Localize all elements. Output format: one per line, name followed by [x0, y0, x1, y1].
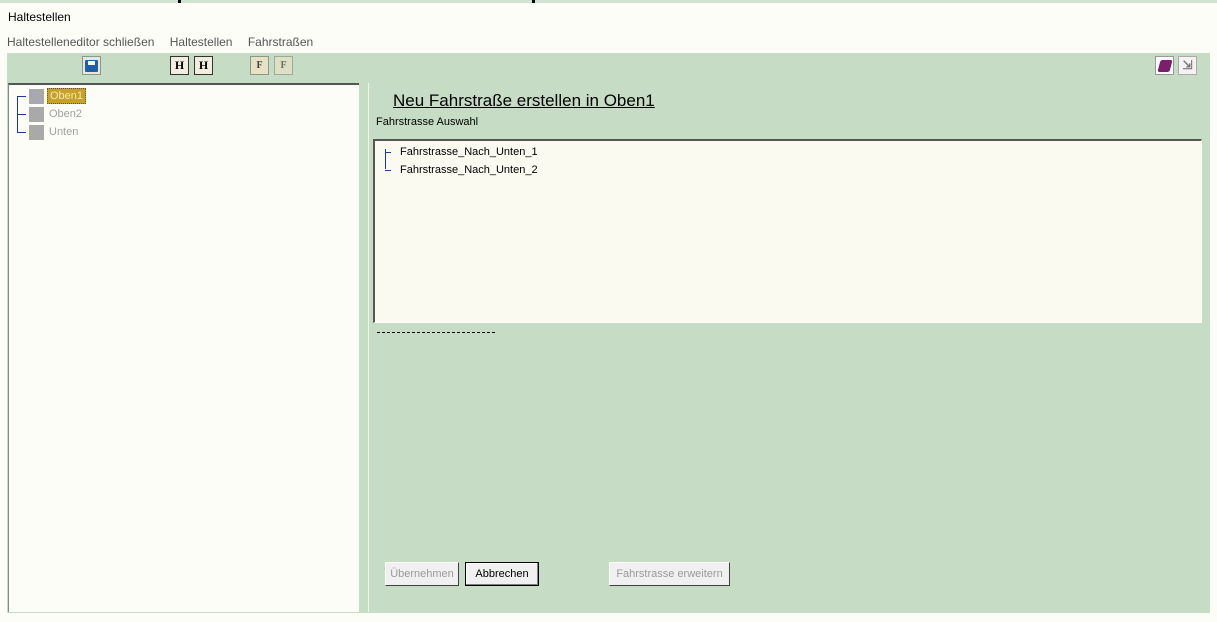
route-editor-panel: Neu Fahrstraße erstellen in Oben1 Fahrst… — [368, 83, 1210, 612]
menu-item-fahrstrassen[interactable]: Fahrstraßen — [248, 35, 313, 49]
stripe-mark — [532, 0, 535, 3]
f-icon: F — [280, 60, 287, 71]
menu-item-close-editor[interactable]: Haltestelleneditor schließen — [7, 35, 154, 49]
dashed-separator — [377, 332, 495, 333]
tree-node[interactable]: Oben1 — [17, 88, 87, 104]
list-item-label: Fahrstrasse_Nach_Unten_2 — [400, 164, 538, 176]
toolbar: H H F F ⇲ — [7, 53, 1210, 81]
menu-bar: Haltestelleneditor schließen Haltestelle… — [7, 35, 325, 51]
top-stripe — [0, 0, 1217, 3]
tree-node[interactable]: Oben2 — [17, 106, 84, 122]
f-icon: F — [256, 60, 263, 71]
window-title: Haltestellen — [8, 10, 71, 24]
haltestelle-button-1[interactable]: H — [170, 56, 189, 75]
apply-button[interactable]: Übernehmen — [385, 562, 459, 586]
tree-node-label: Oben2 — [49, 108, 83, 120]
panel-subtitle: Fahrstrasse Auswahl — [376, 116, 479, 128]
editor-frame: H H F F ⇲ Oben1 Oben2 Unten Neu Fahrstra… — [7, 53, 1210, 613]
h-icon: H — [174, 58, 185, 72]
floppy-disk-icon — [85, 59, 98, 72]
fahrstrasse-button-1[interactable]: F — [250, 56, 269, 75]
h-icon: H — [198, 58, 209, 72]
exit-icon: ⇲ — [1182, 58, 1193, 72]
menu-item-haltestellen[interactable]: Haltestellen — [170, 35, 233, 49]
route-list[interactable]: Fahrstrasse_Nach_Unten_1 Fahrstrasse_Nac… — [373, 139, 1202, 323]
stop-icon — [29, 106, 44, 122]
stop-tree-panel: Oben1 Oben2 Unten — [8, 83, 359, 612]
stop-icon — [29, 124, 44, 140]
stop-icon — [29, 88, 44, 104]
tree-node-label: Oben1 — [47, 88, 87, 104]
tree-node-label: Unten — [49, 126, 79, 138]
list-item[interactable]: Fahrstrasse_Nach_Unten_2 — [385, 161, 538, 179]
haltestelle-button-2[interactable]: H — [194, 56, 213, 75]
save-button[interactable] — [82, 56, 101, 75]
extend-route-button[interactable]: Fahrstrasse erweitern — [609, 562, 730, 586]
panel-title: Neu Fahrstraße erstellen in Oben1 — [393, 91, 655, 110]
help-book-button[interactable] — [1155, 56, 1174, 75]
list-item[interactable]: Fahrstrasse_Nach_Unten_1 — [385, 143, 538, 161]
fahrstrasse-button-2[interactable]: F — [274, 56, 293, 75]
tree-node[interactable]: Unten — [17, 124, 80, 140]
stripe-mark — [178, 0, 181, 3]
exit-button[interactable]: ⇲ — [1178, 56, 1197, 75]
book-icon — [1156, 59, 1173, 72]
list-item-label: Fahrstrasse_Nach_Unten_1 — [400, 146, 538, 158]
cancel-button[interactable]: Abbrechen — [465, 562, 539, 586]
